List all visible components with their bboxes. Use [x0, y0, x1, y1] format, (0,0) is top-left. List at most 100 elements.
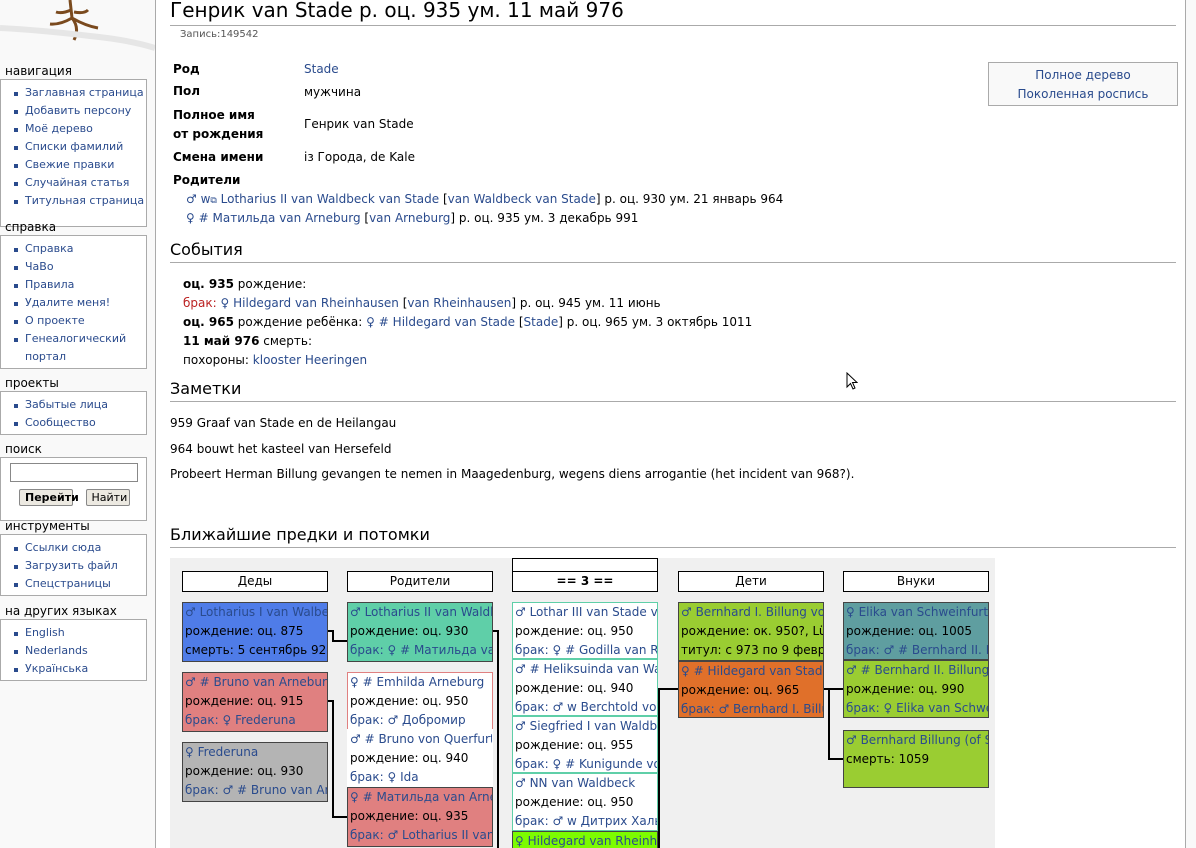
fullname-label-2: от рождения — [173, 127, 264, 141]
tree-card-parent[interactable]: ♀ # Матильда van Arneburgрождение: оц. 9… — [347, 787, 493, 847]
nav-surnames[interactable]: Списки фамилий — [1, 138, 146, 156]
langs-portlet: на других языках English Nederlands Укра… — [0, 604, 147, 681]
child-clan-link[interactable]: Stade — [524, 315, 559, 329]
note-3: Probeert Herman Billung gevangen te neme… — [170, 467, 855, 481]
tools-special-pages[interactable]: Спецстраницы — [1, 575, 146, 593]
parents-label: Родители — [173, 173, 241, 187]
help-help[interactable]: Справка — [1, 240, 146, 258]
father-symbol[interactable]: ♂ w — [186, 192, 210, 206]
tree-card-grandchild[interactable]: ♂ Bernhard Billung (of Saxony)смерть: 10… — [843, 730, 989, 788]
nav-recent-changes[interactable]: Свежие правки — [1, 156, 146, 174]
rod-link[interactable]: Stade — [304, 62, 339, 76]
search-portlet: поиск Перейти Найти — [0, 442, 147, 521]
help-portlet: справка Справка ЧаВо Правила Удалите мен… — [0, 220, 147, 369]
help-rules[interactable]: Правила — [1, 276, 146, 294]
tree-card-sibling[interactable]: ♂ NN van Waldbeck рождение: оц. 950 брак: … — [512, 773, 658, 831]
go-button[interactable]: Перейти — [19, 489, 79, 506]
tree-card-sibling[interactable]: ♂ # Heliksuinda van Walbeckрождение: оц.… — [512, 659, 658, 716]
page-root: навигация Заглавная страница Добавить пе… — [0, 0, 1196, 848]
event-birth: оц. 935 рождение: — [183, 277, 307, 291]
events-heading: События — [170, 240, 243, 259]
parent-mother-row: ♀ # Матильда van Arneburg [van Arneburg]… — [186, 211, 639, 225]
help-about[interactable]: О проекте — [1, 312, 146, 330]
site-logo[interactable] — [0, 0, 155, 58]
nav-my-tree[interactable]: Моё дерево — [1, 120, 146, 138]
full-tree-link[interactable]: Полное дерево — [1035, 68, 1131, 82]
burial-place-link[interactable]: klooster Heeringen — [253, 353, 367, 367]
event-burial: похороны: klooster Heeringen — [183, 353, 368, 367]
col-parents: Родители — [347, 571, 493, 592]
pol-value: мужчина — [304, 85, 362, 99]
lang-english[interactable]: English — [1, 624, 146, 642]
tree-card-parent[interactable]: ♂ # Bruno von Querfurt-Stadeрождение: оц… — [347, 729, 493, 787]
tree-card-grandchild[interactable]: ♂ # Bernhard II. Billung von Sachsenрожд… — [843, 660, 989, 718]
tree-connector — [660, 688, 678, 690]
father-link[interactable]: Lotharius II van Waldbeck van Stade — [221, 192, 440, 206]
event-child-birth: оц. 965 рождение ребёнка: ♀ # Hildegard … — [183, 315, 753, 329]
lang-dutch[interactable]: Nederlands — [1, 642, 146, 660]
tools-what-links-here[interactable]: Ссылки сюда — [1, 539, 146, 557]
fullname-label-1: Полное имя — [173, 108, 255, 122]
rename-label: Смена имени — [173, 150, 264, 164]
col-generation-3: == 3 == — [512, 571, 658, 592]
lang-ukrainian[interactable]: Українська — [1, 660, 146, 678]
nav-title: навигация — [5, 64, 72, 78]
tree-card-grandchild[interactable]: ♀ Elika van Schweinfurt рождение: оц. 100… — [843, 602, 989, 660]
mother-symbol[interactable]: ♀ # — [186, 211, 209, 225]
help-faq[interactable]: ЧаВо — [1, 258, 146, 276]
mouse-cursor-icon — [846, 372, 858, 390]
tree-card-child[interactable]: ♀ # Hildegard van Stade рождение: оц. 965… — [678, 661, 824, 718]
nav-random-article[interactable]: Случайная статья — [1, 174, 146, 192]
tree-connector — [497, 630, 499, 848]
mother-clan-link[interactable]: van Arneburg — [369, 211, 450, 225]
tree-card-parent[interactable]: ♂ Lotharius II van Waldbeckрождение: оц.… — [347, 602, 493, 662]
note-1: 959 Graaf van Stade en de Heilangau — [170, 416, 397, 430]
nav-title-page[interactable]: Титульная страница — [1, 192, 146, 210]
tree-card-sibling[interactable]: ♀ Hildegard van Rheinhausen — [512, 831, 658, 848]
tree-card-grandparent[interactable]: ♂ Lotharius I van Walbeck рождение: оц. 8… — [182, 602, 328, 662]
tree-connector — [658, 688, 660, 848]
tree-card-grandparent[interactable]: ♀ Frederuna рождение: оц. 930 брак: ♂ # Br… — [182, 742, 328, 802]
tree-connector — [332, 700, 334, 818]
tree-links-box: Полное дерево Поколенная роспись — [988, 62, 1178, 106]
tree-heading: Ближайшие предки и потомки — [170, 525, 430, 544]
help-genealogy-portal[interactable]: Генеалогический — [1, 330, 146, 348]
help-genealogy-portal-cont[interactable]: портал — [1, 348, 146, 366]
search-title: поиск — [5, 442, 42, 456]
col-grandchildren: Внуки — [843, 571, 989, 592]
tree-card-child[interactable]: ♂ Bernhard I. Billung von Sachsenрождени… — [678, 602, 824, 661]
tree-col3-topline — [512, 558, 658, 559]
event-marriage: брак: ♀ Hildegard van Rheinhausen [van R… — [183, 296, 661, 310]
generations-link[interactable]: Поколенная роспись — [1018, 87, 1149, 101]
tree-card-sibling[interactable]: ♂ Lothar III van Stade van Waldbeckрожде… — [512, 602, 658, 659]
search-input[interactable] — [10, 463, 138, 482]
nav-add-person[interactable]: Добавить персону — [1, 102, 146, 120]
spouse-link[interactable]: Hildegard van Rheinhausen — [233, 296, 399, 310]
tree-connector — [332, 640, 347, 642]
tree-connector — [332, 630, 334, 640]
projects-community[interactable]: Сообщество — [1, 414, 146, 432]
spouse-clan-link[interactable]: van Rheinhausen — [407, 296, 511, 310]
tree-card-grandparent[interactable]: ♂ # Bruno van Arneburg рождение: оц. 915 б… — [182, 672, 328, 732]
tree-connector — [332, 816, 347, 818]
tools-upload[interactable]: Загрузить файл — [1, 557, 146, 575]
tree-card-sibling[interactable]: ♂ Siegfried I van Waldbeckрождение: оц. … — [512, 716, 658, 773]
col-grandparents: Деды — [182, 571, 328, 592]
external-link-icon[interactable]: ⧉ — [210, 196, 216, 206]
note-2: 964 bouwt het kasteel van Hersefeld — [170, 442, 392, 456]
father-clan-link[interactable]: van Waldbeck van Stade — [448, 192, 596, 206]
nav-main-page[interactable]: Заглавная страница — [1, 84, 146, 102]
tree-connector — [828, 688, 843, 690]
child-link[interactable]: Hildegard van Stade — [393, 315, 515, 329]
family-tree: Деды Родители == 3 == Дети Внуки ♂ Lotha… — [170, 558, 995, 848]
projects-forgotten[interactable]: Забытые лица — [1, 396, 146, 414]
help-delete-me[interactable]: Удалите меня! — [1, 294, 146, 312]
find-button[interactable]: Найти — [85, 489, 130, 506]
tools-portlet: инструменты Ссылки сюда Загрузить файл С… — [0, 519, 147, 596]
tree-col3-top — [512, 558, 658, 571]
help-list: Справка ЧаВо Правила Удалите меня! О про… — [0, 235, 147, 369]
tools-list: Ссылки сюда Загрузить файл Спецстраницы — [0, 534, 147, 596]
tree-card-parent[interactable]: ♀ # Emhilda Arneburg рождение: оц. 950 бра… — [347, 672, 493, 730]
mother-link[interactable]: Матильда van Arneburg — [213, 211, 361, 225]
projects-title: проекты — [5, 376, 59, 390]
